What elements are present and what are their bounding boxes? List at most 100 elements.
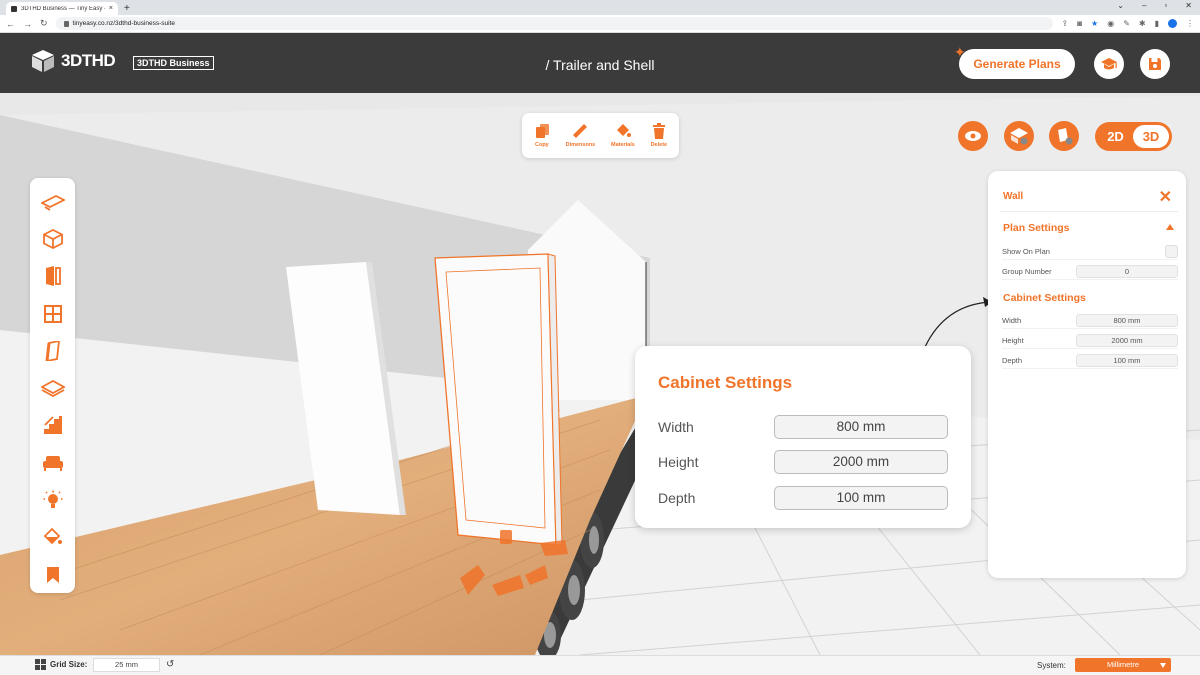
eye-icon	[965, 131, 981, 141]
system-value: Millimetre	[1106, 660, 1140, 669]
width-input[interactable]: 800 mm	[1076, 314, 1178, 327]
maximize-button[interactable]: ▫	[1164, 1, 1167, 10]
chevron-down-icon	[1160, 663, 1166, 668]
grid-size-input[interactable]: 25 mm	[93, 658, 160, 672]
system-label: System:	[1037, 661, 1066, 670]
puzzle-icon[interactable]: ✱	[1139, 19, 1146, 28]
tutorial-button[interactable]	[1094, 49, 1124, 79]
callout-height-row: Height 2000 mm	[658, 450, 948, 474]
sidebar-item-trailer[interactable]	[30, 183, 75, 220]
ruler-icon	[573, 124, 588, 138]
sidebar-item-saved[interactable]	[30, 556, 75, 593]
callout-height-label: Height	[658, 454, 699, 470]
materials-button[interactable]: Materials	[611, 123, 635, 148]
cube-icon	[42, 228, 63, 249]
delete-label: Delete	[650, 142, 668, 148]
save-button[interactable]	[1140, 49, 1170, 79]
callout-title: Cabinet Settings	[658, 373, 793, 392]
pen-icon[interactable]: ✎	[1123, 19, 1130, 28]
width-label: Width	[1002, 316, 1022, 325]
app-header: 3DTHD 3DTHD Business / Trailer and Shell…	[0, 33, 1200, 93]
panel-title: Wall	[1003, 191, 1024, 202]
view-2d-option[interactable]: 2D	[1098, 129, 1133, 144]
system-select[interactable]: Millimetre	[1075, 658, 1171, 672]
collapse-caret-icon[interactable]	[1166, 224, 1174, 230]
toggle-roof-button[interactable]	[1004, 121, 1034, 151]
back-icon[interactable]: ←	[6, 19, 15, 29]
trash-icon	[652, 123, 665, 139]
paint-bucket-icon	[616, 124, 631, 137]
sidebar-icon[interactable]: ▮	[1155, 19, 1159, 28]
camera-icon[interactable]: ◙	[1077, 19, 1082, 28]
close-icon[interactable]: ✕	[1159, 187, 1172, 207]
tab-close-icon[interactable]: ×	[109, 5, 113, 12]
sidebar-item-lighting[interactable]	[30, 481, 75, 518]
share-icon[interactable]: ⇪	[1061, 19, 1068, 28]
generate-plans-label: Generate Plans	[973, 57, 1061, 71]
sidebar-item-doors[interactable]	[30, 258, 75, 295]
url-text: tinyeasy.co.nz/3dthd-business-suite	[72, 20, 176, 27]
callout-height-input[interactable]: 2000 mm	[774, 450, 948, 474]
copy-button[interactable]: Copy	[534, 123, 550, 148]
divider	[1000, 211, 1178, 212]
show-on-plan-checkbox[interactable]	[1165, 245, 1178, 258]
height-input[interactable]: 2000 mm	[1076, 334, 1178, 347]
copy-icon	[535, 124, 549, 138]
callout-width-label: Width	[658, 419, 694, 435]
plan-settings-heading[interactable]: Plan Settings	[1003, 222, 1070, 234]
group-number-input[interactable]: 0	[1076, 265, 1178, 278]
sidebar-item-materials[interactable]	[30, 519, 75, 556]
new-tab-button[interactable]: +	[124, 2, 130, 15]
sparkle-icon: ✦	[954, 44, 966, 60]
grid-size-label-wrap: Grid Size:	[35, 659, 87, 670]
menu-icon[interactable]: ⋮	[1186, 19, 1194, 28]
sidebar-item-windows[interactable]	[30, 295, 75, 332]
callout-depth-input[interactable]: 100 mm	[774, 486, 948, 510]
cabinet-settings-heading[interactable]: Cabinet Settings	[1003, 292, 1086, 304]
close-window-button[interactable]: ✕	[1185, 1, 1192, 10]
delete-button[interactable]: Delete	[650, 123, 668, 148]
callout-depth-label: Depth	[658, 490, 696, 506]
camera-view-button[interactable]	[958, 121, 988, 151]
group-number-row: Group Number 0	[1002, 264, 1178, 280]
sidebar-item-stairs[interactable]	[30, 407, 75, 444]
sofa-icon	[42, 455, 63, 471]
window-controls: ⌄ – ▫ ✕	[1117, 1, 1192, 10]
lock-icon	[63, 20, 69, 27]
sidebar-item-floors[interactable]	[30, 369, 75, 406]
browser-tab[interactable]: 3DTHD Business — Tiny Easy - Ti ×	[6, 2, 118, 15]
sidebar-item-shell[interactable]	[30, 220, 75, 257]
sidebar-item-walls[interactable]	[30, 332, 75, 369]
extension-icons: ⇪ ◙ ★ ◉ ✎ ✱ ▮ ⋮	[1061, 19, 1194, 28]
callout-width-input[interactable]: 800 mm	[774, 415, 948, 439]
depth-input[interactable]: 100 mm	[1076, 354, 1178, 367]
url-field[interactable]: tinyeasy.co.nz/3dthd-business-suite	[55, 17, 1054, 30]
group-number-label: Group Number	[1002, 267, 1052, 276]
paint-bucket-icon	[43, 528, 62, 545]
address-bar: ← → ↻ tinyeasy.co.nz/3dthd-business-suit…	[0, 15, 1200, 33]
extension-icon[interactable]: ◉	[1107, 19, 1114, 28]
callout-width-row: Width 800 mm	[658, 415, 948, 439]
wall-panel-icon	[45, 340, 60, 361]
tab-title: 3DTHD Business — Tiny Easy - Ti	[21, 5, 105, 12]
toggle-walls-button[interactable]	[1049, 121, 1079, 151]
bookmark-star-icon[interactable]: ★	[1091, 19, 1098, 28]
tab-search-icon[interactable]: ⌄	[1117, 1, 1124, 10]
save-icon	[1149, 58, 1161, 70]
forward-icon[interactable]: →	[23, 19, 32, 29]
reload-icon[interactable]: ↻	[40, 18, 48, 29]
view-mode-toggle[interactable]: 2D 3D	[1095, 122, 1172, 151]
generate-plans-button[interactable]: Generate Plans	[959, 49, 1075, 79]
dimensions-label: Dimensons	[565, 142, 596, 148]
status-bar: Grid Size: 25 mm ↺ System: Millimetre	[0, 655, 1200, 675]
sidebar-item-furniture[interactable]	[30, 444, 75, 481]
minimize-button[interactable]: –	[1142, 1, 1146, 10]
view-3d-option[interactable]: 3D	[1133, 125, 1169, 148]
profile-avatar[interactable]	[1168, 19, 1177, 28]
dimensions-button[interactable]: Dimensons	[565, 123, 596, 148]
graduation-cap-icon	[1101, 58, 1117, 70]
grid-icon	[35, 659, 46, 670]
reset-icon[interactable]: ↺	[166, 659, 174, 670]
object-toolbar: Copy Dimensons Materials Delete	[522, 113, 679, 158]
lightbulb-icon	[43, 490, 62, 509]
